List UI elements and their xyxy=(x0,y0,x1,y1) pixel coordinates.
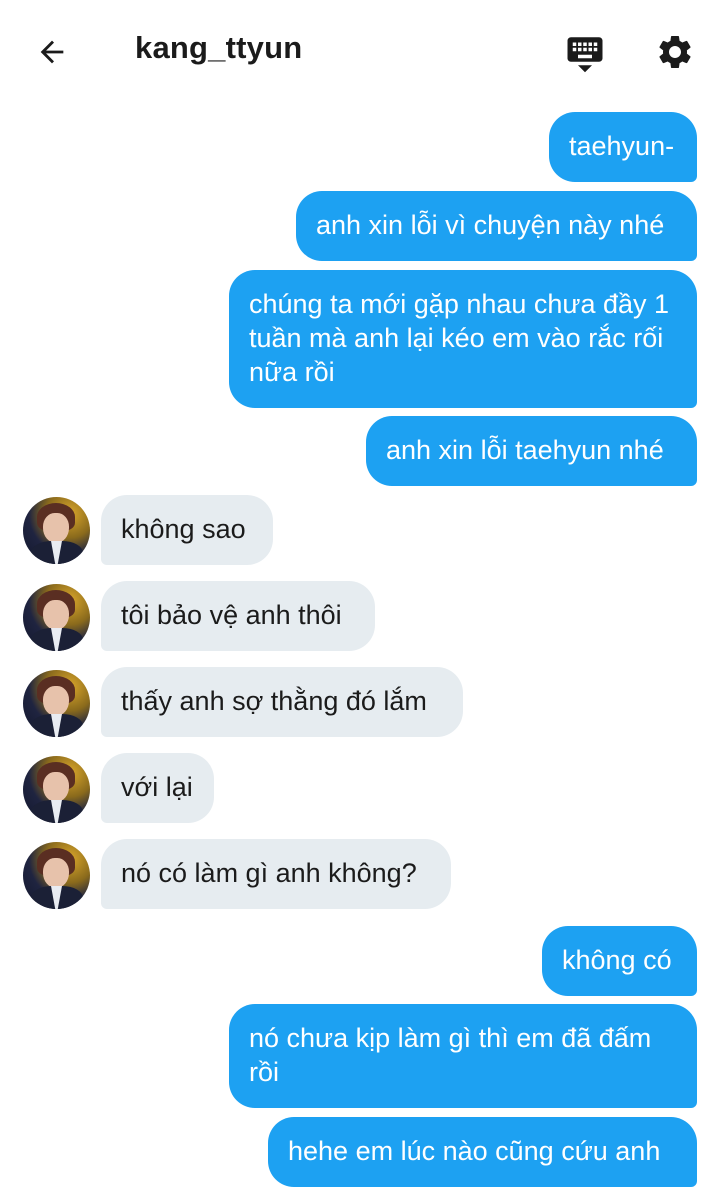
message-bubble-outgoing[interactable]: hehe em lúc nào cũng cứu anh xyxy=(268,1117,697,1187)
message-bubble-incoming[interactable]: với lại xyxy=(101,753,214,823)
message-text: không sao xyxy=(121,514,246,544)
gear-icon xyxy=(659,36,691,68)
message-bubble-incoming[interactable]: tôi bảo vệ anh thôi xyxy=(101,581,375,651)
avatar[interactable] xyxy=(23,670,90,737)
conversation-title: kang_ttyun xyxy=(135,30,303,65)
message-bubble-outgoing[interactable]: không có xyxy=(542,926,697,996)
message-bubble-incoming[interactable]: không sao xyxy=(101,495,273,565)
message-bubble-outgoing[interactable]: nó chưa kịp làm gì thì em đã đấm rồi xyxy=(229,1004,697,1108)
message-text: anh xin lỗi taehyun nhé xyxy=(386,435,664,465)
avatar[interactable] xyxy=(23,842,90,909)
message-text: nó có làm gì anh không? xyxy=(121,858,417,888)
message-bubble-outgoing[interactable]: chúng ta mới gặp nhau chưa đầy 1 tuần mà… xyxy=(229,270,697,408)
keyboard-icon xyxy=(567,37,603,73)
avatar[interactable] xyxy=(23,756,90,823)
message-bubble-outgoing[interactable]: anh xin lỗi taehyun nhé xyxy=(366,416,697,486)
message-bubble-incoming[interactable]: nó có làm gì anh không? xyxy=(101,839,451,909)
message-bubble-outgoing[interactable]: anh xin lỗi vì chuyện này nhé xyxy=(296,191,697,261)
message-text: tôi bảo vệ anh thôi xyxy=(121,600,342,630)
message-text: thấy anh sợ thằng đó lắm xyxy=(121,686,427,716)
message-bubble-outgoing[interactable]: taehyun- xyxy=(549,112,697,182)
chat-screen: kang_ttyun taehyun- anh xin lỗi vì chuyệ… xyxy=(0,0,720,1191)
message-text: không có xyxy=(562,945,672,975)
message-text: với lại xyxy=(121,772,193,802)
message-text: hehe em lúc nào cũng cứu anh xyxy=(288,1136,661,1166)
settings-button[interactable] xyxy=(654,31,696,73)
message-text: anh xin lỗi vì chuyện này nhé xyxy=(316,210,665,240)
message-bubble-incoming[interactable]: thấy anh sợ thằng đó lắm xyxy=(101,667,463,737)
message-text: nó chưa kịp làm gì thì em đã đấm rồi xyxy=(249,1023,652,1087)
message-text: chúng ta mới gặp nhau chưa đầy 1 tuần mà… xyxy=(249,289,670,387)
arrow-left-icon xyxy=(40,40,64,64)
back-button[interactable] xyxy=(32,32,72,72)
message-text: taehyun- xyxy=(569,131,675,161)
chat-header: kang_ttyun xyxy=(0,0,720,104)
avatar[interactable] xyxy=(23,584,90,651)
avatar[interactable] xyxy=(23,497,90,564)
keyboard-button[interactable] xyxy=(563,32,607,76)
